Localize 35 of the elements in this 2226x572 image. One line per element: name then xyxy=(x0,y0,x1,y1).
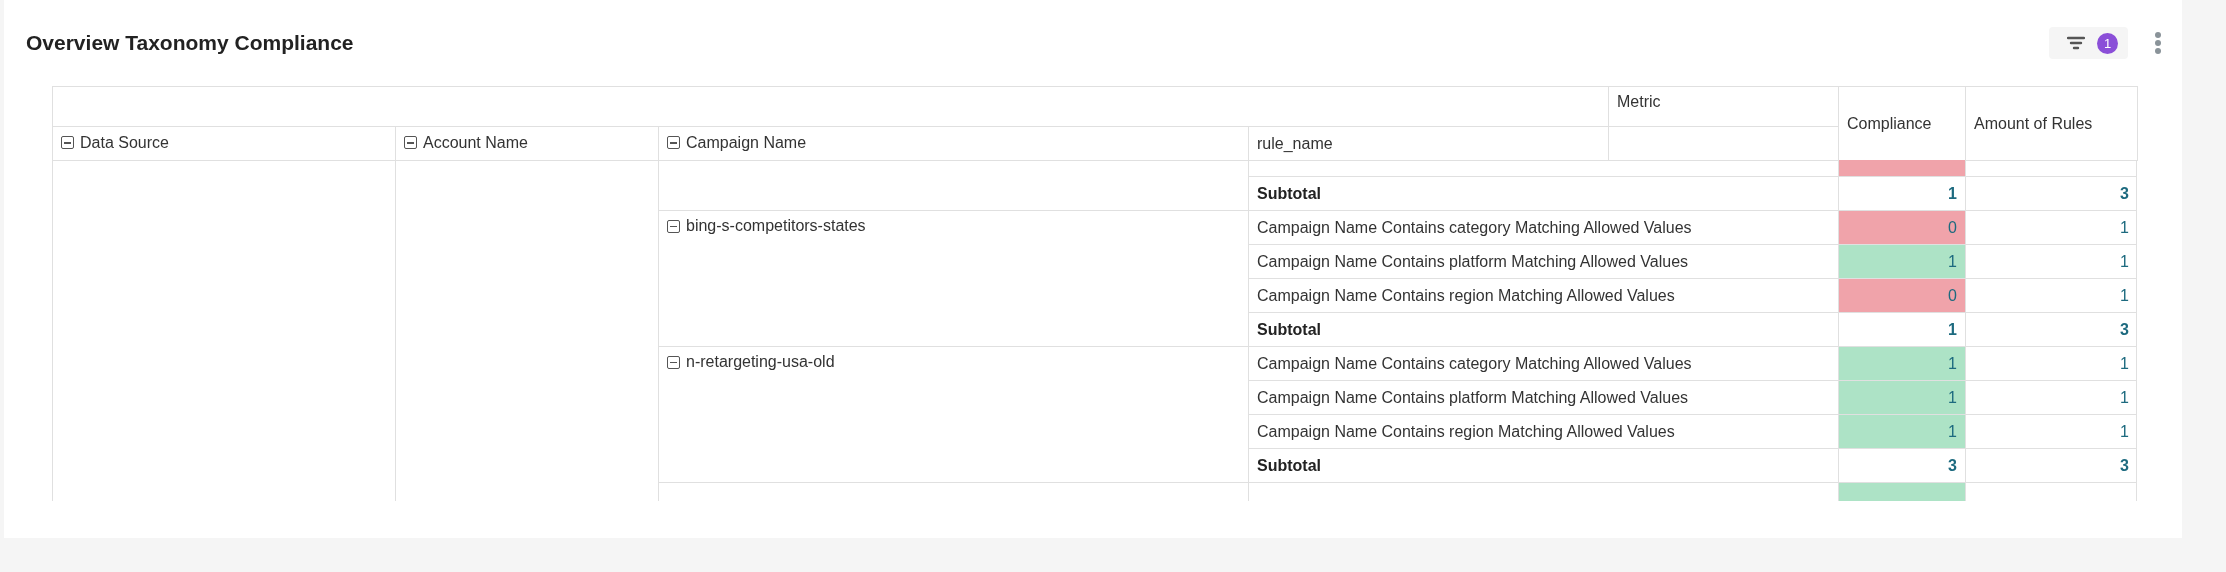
column-header[interactable]: Campaign Name xyxy=(667,133,807,152)
metric-header: Metric xyxy=(1608,86,1839,127)
collapse-icon[interactable] xyxy=(667,136,680,150)
compliance-subtotal-cell: 1 xyxy=(1838,176,1966,211)
compliance-subtotal-cell: 1 xyxy=(1838,312,1966,347)
rule-cell: Campaign Name Contains region Matching Allowed Values xyxy=(1248,278,1839,313)
filter-icon xyxy=(2067,36,2085,50)
compliance-cell: 1 xyxy=(1838,380,1966,415)
report-title: Overview Taxonomy Compliance xyxy=(26,31,354,55)
more-options-icon[interactable] xyxy=(2154,31,2162,55)
subtotal-label: Subtotal xyxy=(1248,312,1839,347)
compliance-cell: 0 xyxy=(1838,278,1966,313)
collapse-icon[interactable] xyxy=(404,136,417,150)
column-header[interactable]: Data Source xyxy=(61,133,169,152)
rule-cell: Campaign Name Contains platform Matching Allowed Values xyxy=(1248,380,1839,415)
column-header[interactable]: rule_name xyxy=(1248,126,1609,161)
rule-cell: Campaign Name Contains category Matching Allowed Values xyxy=(1248,346,1839,381)
compliance-cell: 1 xyxy=(1838,244,1966,279)
compliance-cell: 1 xyxy=(1838,346,1966,381)
filter-count-badge: 1 xyxy=(2097,32,2118,54)
subtotal-label: Subtotal xyxy=(1248,176,1839,211)
rule-cell: Campaign Name Contains category Matching Allowed Values xyxy=(1248,210,1839,245)
collapse-icon[interactable] xyxy=(61,136,74,150)
filter-button[interactable]: 1 xyxy=(2049,27,2128,59)
compliance-cell: 0 xyxy=(1838,210,1966,245)
rule-cell: Campaign Name Contains platform Matching Allowed Values xyxy=(1248,244,1839,279)
column-header[interactable]: Amount of Rules xyxy=(1965,86,2138,161)
compliance-subtotal-cell: 3 xyxy=(1838,448,1966,483)
rule-cell: Campaign Name Contains region Matching Allowed Values xyxy=(1248,414,1839,449)
collapse-icon[interactable] xyxy=(667,219,680,233)
campaign-cell[interactable]: bing-s-competitors-states xyxy=(667,217,866,235)
subtotal-label: Subtotal xyxy=(1248,448,1839,483)
compliance-cell: 1 xyxy=(1838,414,1966,449)
collapse-icon[interactable] xyxy=(667,355,680,369)
campaign-cell[interactable]: n-retargeting-usa-old xyxy=(667,353,835,371)
